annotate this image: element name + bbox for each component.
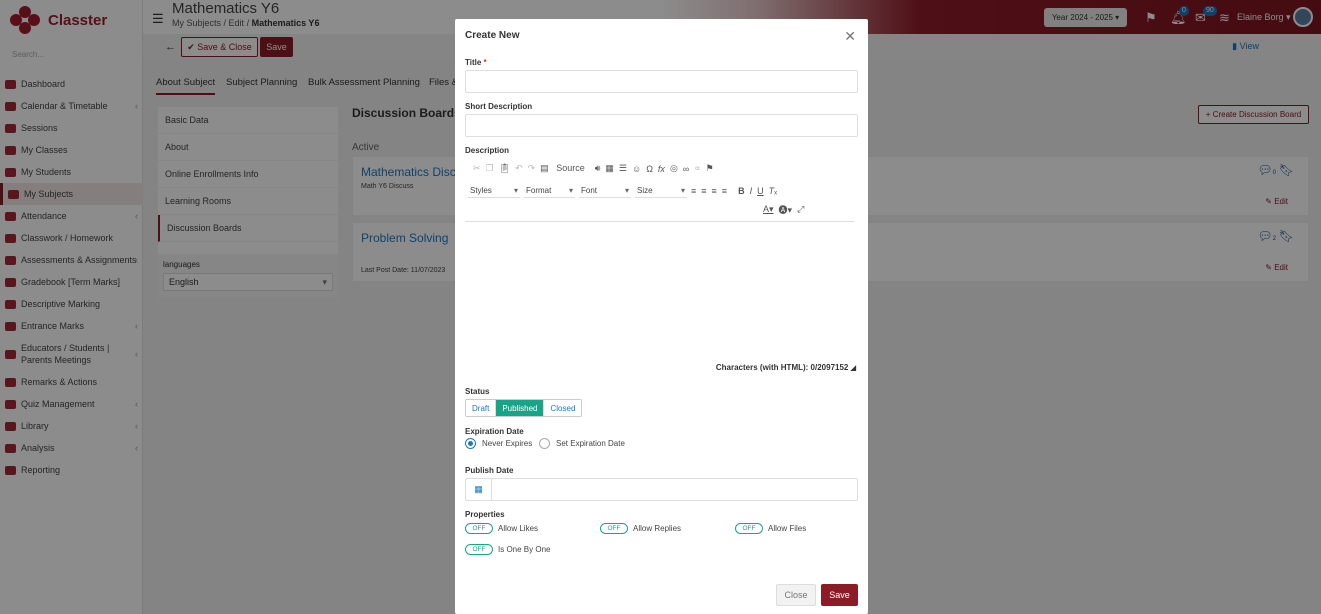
modal-save-button[interactable]: Save [821,584,858,606]
link-icon[interactable]: ∞ [683,164,689,174]
title-label: Title * [465,58,487,67]
cut-icon[interactable]: ✂ [473,163,481,174]
horizontal-rule-icon[interactable]: ☰ [619,163,627,174]
clear-format-icon[interactable]: Tₓ [769,186,777,196]
description-label: Description [465,146,510,155]
background-color-icon[interactable]: 🅐︎▾ [779,203,793,216]
editor-divider [465,221,854,222]
font-select[interactable]: Font [579,183,631,198]
unlink-icon[interactable]: ∝ [694,163,700,174]
status-label: Status [465,387,490,396]
toggle-switch[interactable]: OFF [465,544,493,555]
short-description-label: Short Description [465,102,533,111]
title-label-text: Title [465,58,482,67]
paste-icon[interactable]: 📋︎ [499,163,510,174]
allow-files-label: Allow Files [768,524,807,533]
publish-date-field[interactable]: ▦ [465,478,858,501]
toggle-is-one-by-one[interactable]: OFF Is One By One [465,544,550,555]
editor-toolbar-row2: Styles Format Font Size ≡ ≡ ≡ ≡ B I U Tₓ [468,183,782,198]
smiley-icon[interactable]: ☺ [632,164,641,174]
toggle-switch[interactable]: OFF [735,523,763,534]
status-segmented-control: Draft Published Closed [465,399,583,417]
publish-date-label: Publish Date [465,466,514,475]
is-one-by-one-label: Is One By One [498,545,551,554]
align-right-icon[interactable]: ≡ [712,186,717,196]
formula-icon[interactable]: fx [658,164,665,174]
toggle-allow-files[interactable]: OFF Allow Files [735,523,806,534]
size-select[interactable]: Size [635,183,687,198]
toggle-allow-replies[interactable]: OFF Allow Replies [600,523,681,534]
required-marker: * [483,58,487,67]
radio-set-expiration[interactable]: Set Expiration Date [539,438,625,449]
redo-icon[interactable]: ↷ [528,163,536,174]
properties-label: Properties [465,510,505,519]
status-draft[interactable]: Draft [466,400,497,416]
bold-icon[interactable]: B [738,186,745,196]
source-button[interactable]: ▤ Source [540,163,590,174]
justify-icon[interactable]: ≡ [722,186,727,196]
modal-title: Create New [465,30,520,41]
allow-replies-label: Allow Replies [633,524,682,533]
editor-toolbar-row3: A▾ 🅐︎▾ ⤢ [763,203,809,216]
text-color-icon[interactable]: A▾ [763,204,774,215]
close-icon[interactable]: ✕ [844,28,856,45]
format-select[interactable]: Format [524,183,575,198]
audio-icon[interactable]: 🔊︎ [595,163,601,174]
title-input[interactable] [465,70,858,93]
anchor-flag-icon[interactable]: ⚑ [706,163,714,174]
status-closed[interactable]: Closed [544,400,582,416]
radio-never-expires[interactable]: Never Expires [465,438,532,449]
expiration-date-label: Expiration Date [465,427,524,436]
calendar-icon[interactable]: ▦ [466,479,492,500]
character-count: Characters (with HTML): 0/2097152 ◢ [716,363,856,372]
toggle-switch[interactable]: OFF [465,523,493,534]
radio-dot [539,438,550,449]
status-published[interactable]: Published [496,400,545,416]
toggle-switch[interactable]: OFF [600,523,628,534]
character-count-text: Characters (with HTML): 0/2097152 [715,363,849,372]
source-icon: ▤ [540,163,549,173]
allow-likes-label: Allow Likes [498,524,539,533]
never-expires-label: Never Expires [482,439,533,448]
align-left-icon[interactable]: ≡ [691,186,696,196]
resize-icon[interactable]: ◢ [851,365,856,372]
set-expiration-label: Set Expiration Date [556,439,625,448]
toggle-allow-likes[interactable]: OFF Allow Likes [465,523,538,534]
short-description-input[interactable] [465,114,858,137]
align-center-icon[interactable]: ≡ [701,186,706,196]
underline-icon[interactable]: U [757,186,764,196]
globe-icon[interactable]: ◎ [670,163,678,174]
create-new-modal: Create New ✕ Title * Short Description D… [455,19,868,614]
close-button[interactable]: Close [776,584,816,606]
description-editor-area[interactable] [465,223,858,359]
source-label: Source [556,163,585,173]
radio-dot-selected [465,438,476,449]
italic-icon[interactable]: I [750,186,753,196]
editor-toolbar-row1: ✂ ❐ 📋︎ ↶ ↷ ▤ Source 🔊︎ ▦ ☰ ☺ Ω fx ◎ ∞ ∝ … [473,163,719,174]
omega-icon[interactable]: Ω [646,164,653,174]
maximize-icon[interactable]: ⤢ [797,204,804,215]
copy-icon[interactable]: ❐ [486,163,494,174]
table-icon[interactable]: ▦ [605,163,614,174]
undo-icon[interactable]: ↶ [515,163,523,174]
styles-select[interactable]: Styles [468,183,520,198]
